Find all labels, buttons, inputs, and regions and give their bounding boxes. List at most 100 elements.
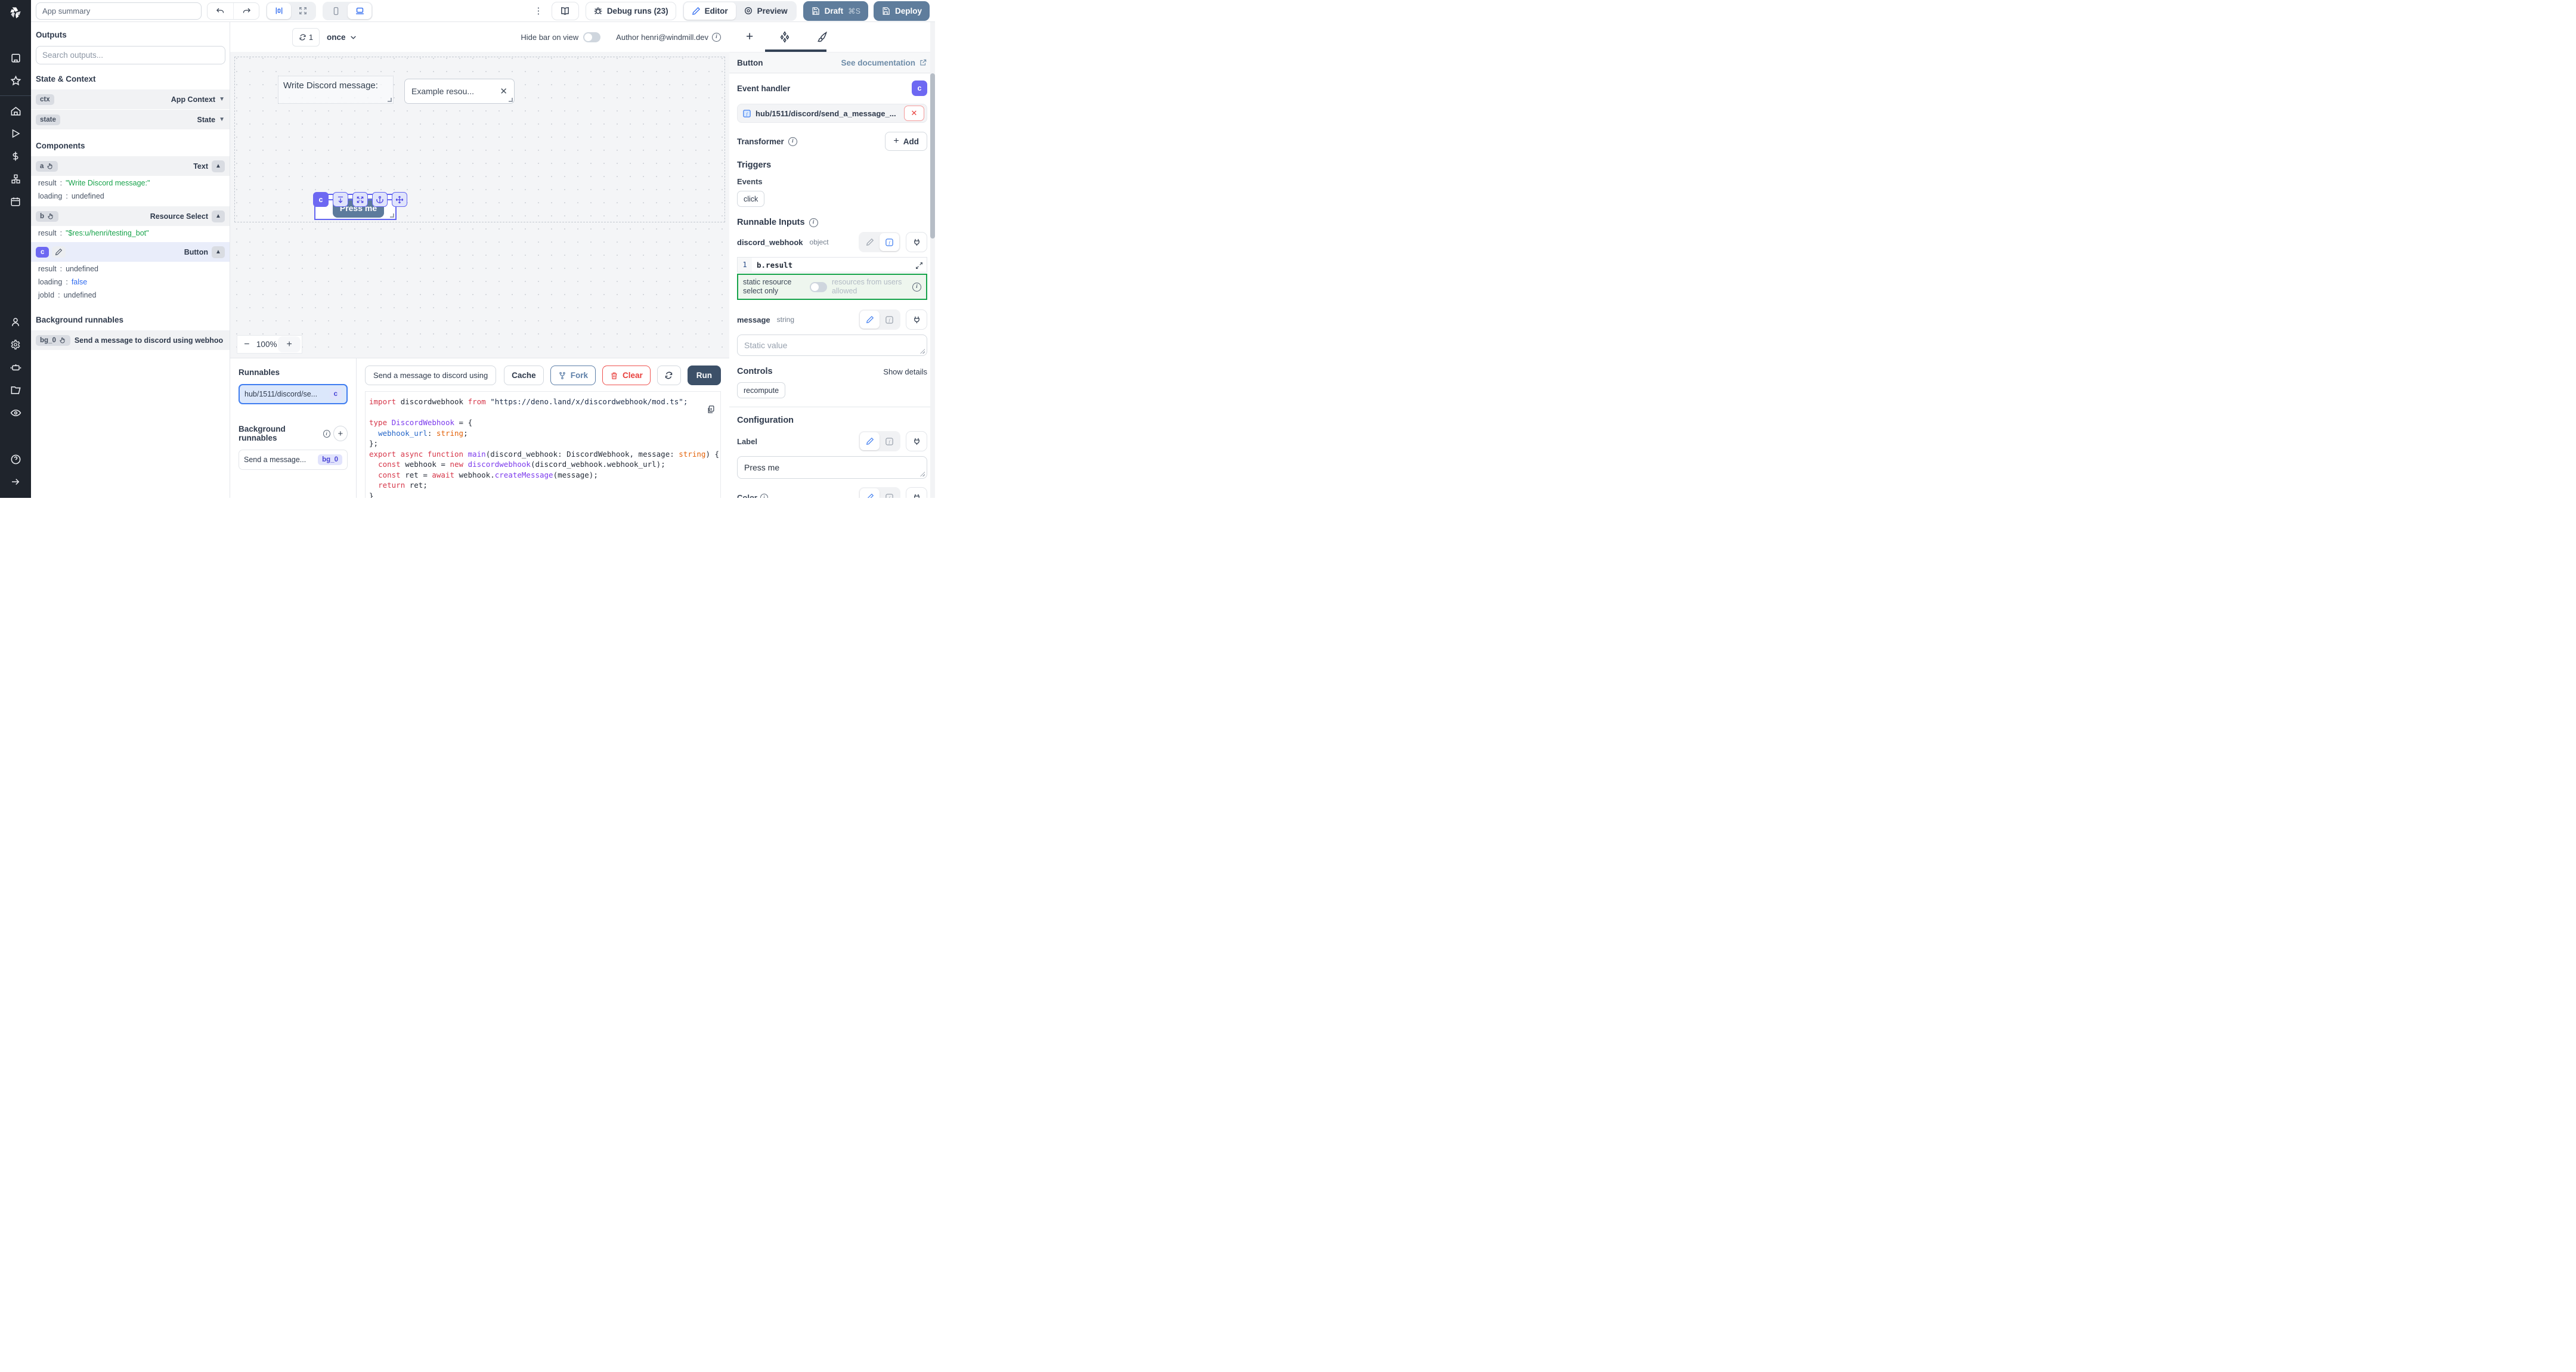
- resize-handle[interactable]: [509, 98, 513, 102]
- documentation-button[interactable]: [552, 2, 579, 20]
- favorites-icon[interactable]: [0, 69, 31, 92]
- desktop-view-toggle[interactable]: [348, 3, 371, 19]
- outputs-panel: Outputs Search outputs... State & Contex…: [31, 22, 230, 498]
- fullscreen-component-icon[interactable]: [352, 192, 368, 207]
- clear-button[interactable]: Clear: [602, 366, 651, 385]
- see-documentation-link[interactable]: See documentation: [841, 58, 927, 67]
- resource-select-component[interactable]: Example resou... ✕: [404, 79, 515, 104]
- show-details-link[interactable]: Show details: [883, 367, 927, 376]
- home-icon[interactable]: [0, 100, 31, 122]
- schedules-icon[interactable]: [0, 190, 31, 213]
- redo-button[interactable]: [233, 3, 259, 19]
- plug-icon[interactable]: [906, 487, 927, 498]
- clear-selection-icon[interactable]: ✕: [500, 86, 507, 97]
- audit-logs-icon[interactable]: [0, 401, 31, 424]
- resource-mode-toggle[interactable]: [810, 282, 827, 292]
- connect-mode-icon[interactable]: f: [880, 432, 899, 450]
- output-row-state[interactable]: state State▼: [31, 110, 230, 129]
- collapse-button[interactable]: ▲: [212, 246, 225, 258]
- svg-text:f: f: [888, 317, 890, 323]
- debug-runs-button[interactable]: Debug runs (23): [586, 2, 676, 20]
- component-row-b[interactable]: b Resource Select▲: [31, 206, 230, 226]
- search-outputs-input[interactable]: Search outputs...: [36, 46, 225, 64]
- component-row-a[interactable]: a Text▲: [31, 156, 230, 176]
- add-transformer-button[interactable]: +Add: [885, 132, 927, 151]
- label-input[interactable]: Press me: [737, 456, 927, 479]
- settings-icon[interactable]: [0, 333, 31, 356]
- code-editor[interactable]: import discordwebhook from "https://deno…: [365, 391, 721, 498]
- draft-button[interactable]: Draft⌘S: [803, 1, 868, 21]
- static-mode-icon[interactable]: [860, 488, 880, 498]
- app-canvas[interactable]: Write Discord message: Example resou... …: [230, 52, 729, 358]
- text-component[interactable]: Write Discord message:: [278, 76, 393, 103]
- static-mode-icon[interactable]: [860, 311, 880, 329]
- anchor-icon[interactable]: [372, 192, 388, 207]
- tab-editor[interactable]: Editor: [684, 2, 736, 20]
- static-mode-icon[interactable]: [860, 432, 880, 450]
- collapse-rail-icon[interactable]: [0, 470, 31, 493]
- runnable-tab[interactable]: Send a message to discord using: [365, 366, 496, 385]
- variables-icon[interactable]: [0, 145, 31, 168]
- zoom-out-button[interactable]: −: [237, 339, 256, 350]
- runnable-item-bg[interactable]: Send a message... bg_0: [239, 450, 348, 470]
- component-row-c[interactable]: c Button▲: [31, 242, 230, 262]
- fork-button[interactable]: Fork: [550, 366, 596, 385]
- cache-button[interactable]: Cache: [504, 366, 544, 385]
- plug-icon[interactable]: [906, 431, 927, 451]
- collapse-button[interactable]: ▲: [212, 210, 225, 222]
- resources-icon[interactable]: [0, 168, 31, 190]
- tab-preview[interactable]: Preview: [736, 2, 795, 20]
- help-icon[interactable]: [0, 448, 31, 470]
- plug-icon[interactable]: [906, 232, 927, 252]
- output-row-ctx[interactable]: ctx App Context▼: [31, 89, 230, 109]
- zoom-in-button[interactable]: +: [278, 336, 301, 352]
- runs-icon[interactable]: [0, 122, 31, 145]
- app-summary-input[interactable]: App summary: [36, 2, 202, 20]
- centered-layout-toggle[interactable]: [267, 3, 291, 19]
- connect-mode-icon[interactable]: f: [880, 488, 899, 498]
- component-settings-tab[interactable]: [779, 31, 791, 43]
- selected-component-id[interactable]: c: [313, 192, 329, 207]
- static-mode-icon[interactable]: [860, 233, 880, 251]
- runnable-item-selected[interactable]: hub/1511/discord/se... c: [239, 384, 348, 404]
- mobile-view-toggle[interactable]: [324, 3, 348, 19]
- resize-handle[interactable]: [390, 213, 394, 218]
- plug-icon[interactable]: [906, 309, 927, 330]
- edit-id-icon[interactable]: [52, 246, 66, 258]
- hide-bar-toggle[interactable]: [583, 32, 600, 42]
- undo-button[interactable]: [208, 3, 233, 19]
- background-runnable-row[interactable]: bg_0 Send a message to discord using web…: [31, 330, 230, 350]
- styling-tab[interactable]: [816, 31, 828, 43]
- resize-grip[interactable]: [920, 472, 925, 476]
- add-background-runnable-button[interactable]: +: [333, 426, 348, 441]
- user-icon[interactable]: [0, 311, 31, 333]
- workers-icon[interactable]: [0, 356, 31, 379]
- scrollbar-thumb[interactable]: [930, 73, 935, 239]
- copy-code-icon[interactable]: [707, 405, 716, 414]
- remove-handler-button[interactable]: ✕: [904, 106, 924, 121]
- more-options-icon[interactable]: ⋮: [532, 5, 544, 16]
- expand-down-icon[interactable]: [333, 192, 348, 207]
- fullscreen-toggle[interactable]: [291, 3, 315, 19]
- connect-mode-icon[interactable]: f: [880, 233, 899, 251]
- refresh-mode-dropdown[interactable]: once: [327, 33, 357, 42]
- event-handler-script[interactable]: f hub/1511/discord/send_a_message_... ✕: [737, 104, 927, 123]
- expand-editor-icon[interactable]: [912, 259, 925, 272]
- info-icon[interactable]: i: [712, 33, 721, 42]
- reload-code-button[interactable]: [657, 366, 681, 385]
- connect-mode-icon[interactable]: f: [880, 311, 899, 329]
- function-icon: f: [742, 109, 751, 118]
- apps-icon[interactable]: [0, 47, 31, 69]
- folders-icon[interactable]: [0, 379, 31, 401]
- message-static-input[interactable]: Static value: [737, 335, 927, 356]
- resize-handle[interactable]: [388, 98, 392, 102]
- bottom-panel: Runnables hub/1511/discord/se... c Backg…: [230, 358, 729, 498]
- run-button[interactable]: Run: [688, 366, 721, 385]
- resize-grip[interactable]: [920, 349, 925, 354]
- move-icon[interactable]: [392, 192, 407, 207]
- expression-editor[interactable]: 1 b.result: [737, 257, 927, 272]
- insert-component-tab[interactable]: +: [746, 30, 753, 44]
- deploy-button[interactable]: Deploy: [874, 1, 930, 21]
- refresh-count-button[interactable]: 1: [292, 28, 320, 47]
- collapse-button[interactable]: ▲: [212, 160, 225, 172]
